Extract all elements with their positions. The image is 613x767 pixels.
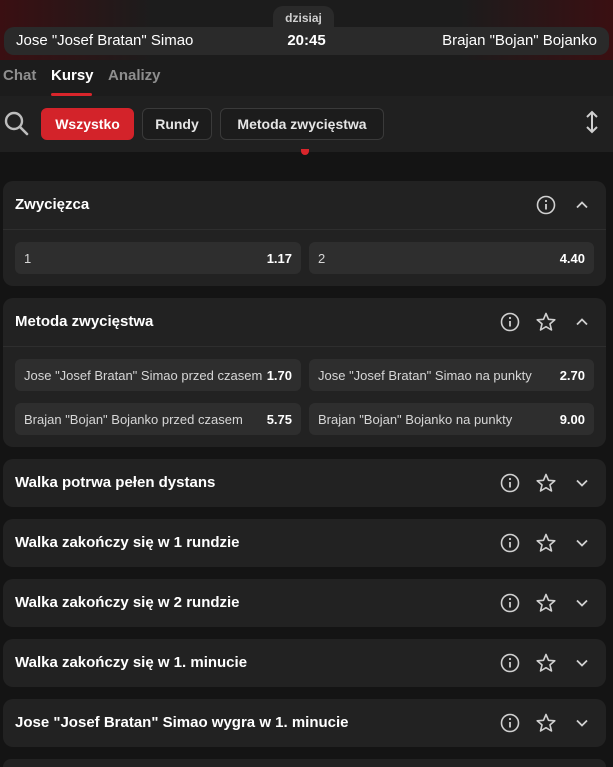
filter-wszystko[interactable]: Wszystko bbox=[41, 108, 134, 140]
chevron-up-icon[interactable] bbox=[571, 194, 593, 216]
info-icon[interactable] bbox=[499, 652, 521, 674]
market-card-simao-first-minute[interactable]: Jose "Josef Bratan" Simao wygra w 1. min… bbox=[3, 699, 606, 747]
info-icon[interactable] bbox=[499, 592, 521, 614]
odds-label: Brajan "Bojan" Bojanko przed czasem bbox=[24, 412, 243, 427]
odds-button[interactable]: 2 4.40 bbox=[309, 242, 594, 274]
divider bbox=[3, 346, 606, 347]
info-icon[interactable] bbox=[499, 712, 521, 734]
odds-label: 2 bbox=[318, 251, 326, 266]
star-icon[interactable] bbox=[535, 592, 557, 614]
odds-label: Brajan "Bojan" Bojanko na punkty bbox=[318, 412, 513, 427]
star-icon[interactable] bbox=[535, 472, 557, 494]
info-icon[interactable] bbox=[499, 532, 521, 554]
tab-kursy[interactable]: Kursy bbox=[51, 67, 94, 84]
odds-button[interactable]: Jose "Josef Bratan" Simao przed czasem 1… bbox=[15, 359, 301, 391]
chevron-down-icon[interactable] bbox=[571, 652, 593, 674]
market-title: Walka potrwa pełen dystans bbox=[15, 474, 216, 491]
away-fighter-name: Brajan "Bojan" Bojanko bbox=[442, 32, 597, 49]
odds-label: Jose "Josef Bratan" Simao przed czasem bbox=[24, 368, 263, 383]
market-card-round-2[interactable]: Walka zakończy się w 2 rundzie bbox=[3, 579, 606, 627]
match-header: dzisiaj Jose "Josef Bratan" Simao 20:45 … bbox=[0, 0, 613, 60]
sort-arrows-icon[interactable] bbox=[580, 108, 604, 136]
market-title: Walka zakończy się w 1. minucie bbox=[15, 654, 248, 671]
market-title: Jose "Josef Bratan" Simao wygra w 1. min… bbox=[15, 714, 349, 731]
star-icon[interactable] bbox=[535, 712, 557, 734]
odds-value: 9.00 bbox=[559, 412, 585, 427]
market-header[interactable]: Metoda zwycięstwa bbox=[3, 298, 606, 346]
chevron-down-icon[interactable] bbox=[571, 472, 593, 494]
market-filter-bar: Wszystko Rundy Metoda zwycięstwa bbox=[0, 96, 613, 152]
filter-rundy[interactable]: Rundy bbox=[142, 108, 212, 140]
odds-value: 1.17 bbox=[266, 251, 292, 266]
star-icon[interactable] bbox=[535, 652, 557, 674]
odds-button[interactable]: Brajan "Bojan" Bojanko przed czasem 5.75 bbox=[15, 403, 301, 435]
tab-bar: Chat Kursy Analizy bbox=[0, 60, 613, 96]
market-header[interactable]: Zwycięzca bbox=[3, 181, 606, 229]
info-icon[interactable] bbox=[499, 311, 521, 333]
info-icon[interactable] bbox=[499, 472, 521, 494]
market-card-next bbox=[3, 759, 606, 767]
odds-label: 1 bbox=[24, 251, 32, 266]
odds-value: 5.75 bbox=[266, 412, 292, 427]
market-card-winner: Zwycięzca 1 1.17 2 4.40 bbox=[3, 181, 606, 286]
filter-metoda-zwyciestwa[interactable]: Metoda zwycięstwa bbox=[220, 108, 384, 140]
odds-button[interactable]: Brajan "Bojan" Bojanko na punkty 9.00 bbox=[309, 403, 594, 435]
chevron-up-icon[interactable] bbox=[571, 311, 593, 333]
odds-value: 2.70 bbox=[559, 368, 585, 383]
chevron-down-icon[interactable] bbox=[571, 532, 593, 554]
market-title: Walka zakończy się w 2 rundzie bbox=[15, 594, 240, 611]
market-title: Walka zakończy się w 1 rundzie bbox=[15, 534, 240, 551]
info-icon[interactable] bbox=[535, 194, 557, 216]
odds-button[interactable]: Jose "Josef Bratan" Simao na punkty 2.70 bbox=[309, 359, 594, 391]
tab-chat[interactable]: Chat bbox=[3, 67, 36, 84]
match-row: Jose "Josef Bratan" Simao 20:45 Brajan "… bbox=[4, 27, 609, 55]
market-title: Metoda zwycięstwa bbox=[15, 313, 154, 330]
odds-button[interactable]: 1 1.17 bbox=[15, 242, 301, 274]
star-icon[interactable] bbox=[535, 311, 557, 333]
scroll-indicator bbox=[301, 149, 309, 155]
chevron-down-icon[interactable] bbox=[571, 712, 593, 734]
market-card-method: Metoda zwycięstwa Jose "Josef Bratan" Si… bbox=[3, 298, 606, 447]
market-card-first-minute[interactable]: Walka zakończy się w 1. minucie bbox=[3, 639, 606, 687]
odds-label: Jose "Josef Bratan" Simao na punkty bbox=[318, 368, 532, 383]
divider bbox=[3, 229, 606, 230]
chevron-down-icon[interactable] bbox=[571, 592, 593, 614]
odds-value: 4.40 bbox=[559, 251, 585, 266]
market-title: Zwycięzca bbox=[15, 196, 90, 213]
market-card-full-distance[interactable]: Walka potrwa pełen dystans bbox=[3, 459, 606, 507]
search-icon[interactable] bbox=[3, 110, 29, 136]
odds-value: 1.70 bbox=[266, 368, 292, 383]
market-card-round-1[interactable]: Walka zakończy się w 1 rundzie bbox=[3, 519, 606, 567]
tab-analizy[interactable]: Analizy bbox=[108, 67, 161, 84]
star-icon[interactable] bbox=[535, 532, 557, 554]
